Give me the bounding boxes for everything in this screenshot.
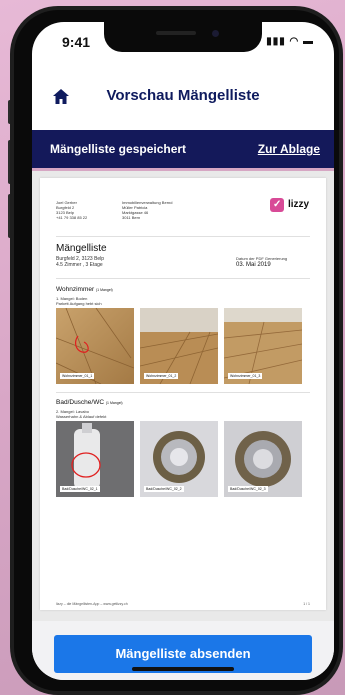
document-title: Mängelliste	[56, 243, 107, 254]
divider	[56, 392, 310, 393]
defect-description: Parkett Aufgang hebt sich	[56, 301, 102, 306]
archive-link[interactable]: Zur Ablage	[258, 142, 320, 156]
photo-caption: Wohnzimmer_01_2	[144, 373, 179, 379]
phone-screen: 9:41 ▮▮▮ ◠ ▬ Vorschau Mängelliste Mängel…	[32, 22, 334, 680]
section-count: (1 Mangel)	[105, 401, 123, 405]
property-info: Burgfeld 2, 3123 Belp 4.5 Zimmer , 3 Eta…	[56, 256, 104, 268]
speaker-grille	[156, 31, 196, 35]
section-count: (1 Mangel)	[95, 288, 113, 292]
photo-caption: Wohnzimmer_01_1	[60, 373, 95, 379]
logo-text: lizzy	[288, 199, 310, 210]
checkmark-icon: ✓	[270, 198, 284, 212]
home-icon[interactable]	[52, 88, 70, 106]
page-number: 1 / 1	[303, 602, 310, 606]
saved-banner: Mängelliste gespeichert Zur Ablage	[32, 130, 334, 168]
recipient-address: Immobilienverwaltung Bernd Müller Patric…	[122, 200, 172, 220]
section-title: Wohnzimmer (1 Mangel)	[56, 286, 113, 293]
home-indicator[interactable]	[132, 667, 234, 671]
sender-line: +41 79 338 85 22	[56, 215, 88, 220]
status-icons: ▮▮▮ ◠ ▬	[266, 36, 314, 47]
sender-address: Joel Gerber Burgfeld 2 3123 Belp +41 79 …	[56, 200, 87, 220]
notch	[104, 22, 262, 52]
status-time: 9:41	[62, 34, 91, 50]
defect-description: Wasserhahn & Ablauf defekt	[56, 414, 107, 419]
photo-caption: Bad/Dusche/WC_02_1	[60, 486, 100, 492]
section-title: Bad/Dusche/WC (1 Mangel)	[56, 399, 123, 406]
photo-caption: Bad/Dusche/WC_02_2	[144, 486, 184, 492]
pdf-page: Joel Gerber Burgfeld 2 3123 Belp +41 79 …	[40, 178, 326, 610]
document-footer: lizzy – die Mängellisten-App – www.getli…	[56, 602, 128, 606]
section-name: Bad/Dusche/WC	[56, 399, 105, 406]
photo-caption: Bad/Dusche/WC_02_3	[228, 486, 268, 492]
recipient-line: 3011 Bern	[122, 215, 141, 220]
app-header: Vorschau Mängelliste	[32, 78, 334, 118]
divider	[56, 278, 310, 279]
saved-label: Mängelliste gespeichert	[50, 142, 187, 156]
defect-info: 1. Mangel: Boden Parkett Aufgang hebt si…	[56, 296, 102, 306]
front-camera	[212, 30, 219, 37]
date-label: Datum der PDF Generierung	[236, 256, 288, 261]
page-title: Vorschau Mängelliste	[106, 87, 260, 104]
photo-caption: Wohnzimmer_01_3	[228, 373, 263, 379]
bottom-action-area: Mängelliste absenden	[32, 621, 334, 680]
divider	[56, 236, 310, 237]
defect-info: 2. Mangel: Lavabo Wasserhahn & Ablauf de…	[56, 409, 106, 419]
property-rooms: 4.5 Zimmer , 3 Etage	[56, 262, 103, 268]
generation-date: 03. Mai 2019	[236, 262, 271, 268]
document-preview-area[interactable]: Joel Gerber Burgfeld 2 3123 Belp +41 79 …	[32, 171, 334, 621]
lizzy-logo: ✓ lizzy	[270, 198, 310, 212]
section-name: Wohnzimmer	[56, 286, 95, 293]
